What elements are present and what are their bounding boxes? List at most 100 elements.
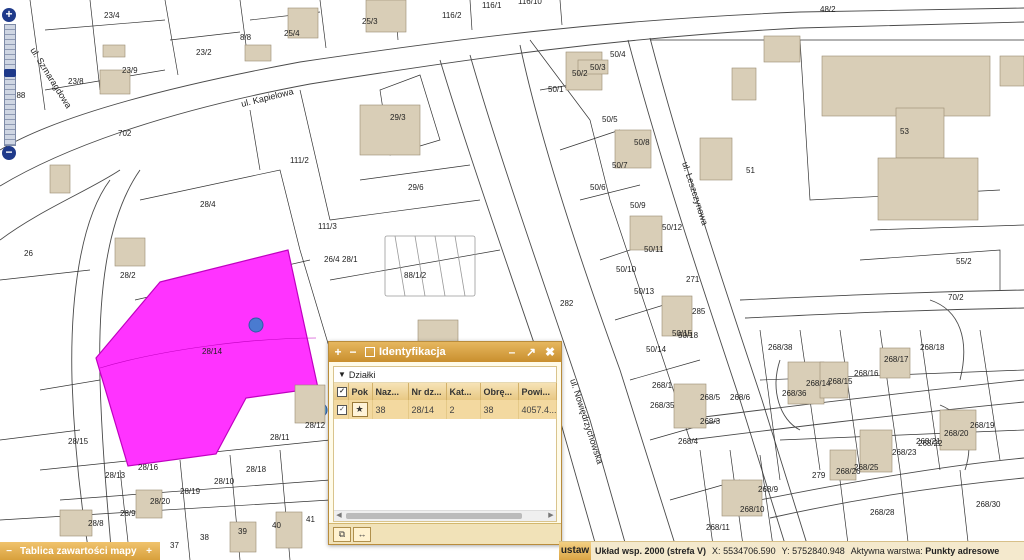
parcel-label: 116/1: [482, 1, 502, 10]
parcel-label: 50/3: [590, 63, 606, 72]
resize-icon[interactable]: ↔: [353, 527, 371, 542]
active-layer-value[interactable]: Punkty adresowe: [925, 546, 999, 556]
parcel-label: 23/8: [68, 77, 84, 86]
section-dzialki[interactable]: ▼ Działki: [334, 367, 556, 383]
parcel-label: 51: [746, 166, 755, 175]
parcel-label: 28/14: [202, 347, 223, 356]
active-layer-label: Aktywna warstwa:: [850, 546, 923, 556]
parcel-label: 268/6: [730, 393, 751, 402]
parcel-label: 268/16: [854, 369, 879, 378]
parcel-label: 50/11: [644, 245, 664, 254]
parcel-label: 28/2: [120, 271, 136, 280]
parcel-label: 28/13: [105, 471, 126, 480]
cell-nr-dzialki: 28/14: [408, 400, 447, 419]
cell-karta: 2: [446, 400, 481, 419]
parcel-label: 111/3: [318, 222, 337, 231]
zoom-out-button[interactable]: −: [2, 146, 16, 160]
col-powierzchnia[interactable]: Powi...: [518, 383, 557, 400]
parcel-label: 50/2: [572, 69, 588, 78]
status-bar: Układ wsp. 2000 (strefa V) X: 5534706.59…: [559, 541, 1024, 560]
parcel-label: 268/5: [700, 393, 721, 402]
cell-obreb: 38: [480, 400, 519, 419]
parcel-label: 268/9: [758, 485, 779, 494]
parcel-label: 28/19: [180, 487, 201, 496]
zoom-slider-handle[interactable]: [4, 69, 16, 77]
parcel-label: 37: [170, 541, 179, 550]
export-icon[interactable]: ⧉: [333, 527, 351, 542]
minimize-icon[interactable]: –: [506, 345, 518, 359]
parcel-label: 268/36: [782, 389, 807, 398]
collapse-button[interactable]: −: [347, 345, 359, 359]
close-icon[interactable]: ✖: [544, 345, 556, 359]
x-label: X:: [712, 546, 721, 556]
parcel-label: 268/20: [944, 429, 969, 438]
col-karta[interactable]: Kat...: [446, 383, 481, 400]
parcel-label: 88/1/2: [404, 271, 427, 280]
scrollbar-thumb[interactable]: [346, 513, 522, 519]
parcel-label: 268/26: [836, 467, 861, 476]
parcel-label: 285: [692, 307, 706, 316]
parcel-label: 268/11: [706, 523, 730, 532]
panel-header: + − Identyfikacja – ↗ ✖: [329, 342, 561, 362]
parcel-label: 28/12: [305, 421, 326, 430]
scroll-right-icon[interactable]: ▶: [546, 511, 556, 521]
parcel-label: 55/2: [956, 257, 972, 266]
map-toc-bar[interactable]: − Tablica zawartości mapy +: [0, 542, 160, 560]
parcel-label: 50/1: [548, 85, 564, 94]
horizontal-scrollbar[interactable]: ◀ ▶: [334, 510, 556, 521]
col-nazwa[interactable]: Naz...: [372, 383, 409, 400]
table-row[interactable]: ✓ ★ 38 28/14 2 38 4057.4...: [334, 400, 557, 419]
row-checkbox[interactable]: ✓: [334, 400, 349, 419]
parcel-label: 39: [238, 527, 247, 536]
parcel-label: 28/20: [150, 497, 171, 506]
zoom-control[interactable]: + −: [2, 8, 16, 160]
col-pok[interactable]: Pok: [348, 383, 373, 400]
col-obreb[interactable]: Obrę...: [480, 383, 519, 400]
parcel-label: 268/35: [650, 401, 675, 410]
parcel-label: 271: [686, 275, 700, 284]
parcel-label: 268/38: [768, 343, 793, 352]
parcel-label: 8/8: [240, 33, 252, 42]
collapse-triangle-icon[interactable]: ▼: [338, 370, 346, 379]
parcel-label: 28/16: [138, 463, 159, 472]
parcel-label: 50/10: [616, 265, 637, 274]
parcel-label: 28/9: [120, 509, 136, 518]
parcel-label: 40: [272, 521, 281, 530]
parcel-label: 282: [560, 299, 574, 308]
parcel-label: 28/11: [270, 433, 290, 442]
zoom-slider[interactable]: [4, 24, 16, 146]
popout-icon[interactable]: ↗: [525, 345, 537, 359]
toc-expand-button[interactable]: +: [144, 546, 154, 557]
parcel-label: 268/19: [970, 421, 995, 430]
parcel-label: 28/10: [214, 477, 235, 486]
parcel-label: 70/2: [948, 293, 964, 302]
parcel-label: 268/30: [976, 500, 1001, 509]
cell-nazwa: 38: [372, 400, 409, 419]
parcel-label: 23/4: [104, 11, 120, 20]
zoom-to-star-icon[interactable]: ★: [351, 402, 368, 417]
panel-footer: ⧉ ↔: [329, 523, 561, 544]
parcel-label: 268/3: [700, 417, 721, 426]
cell-powierzchnia: 4057.4...: [518, 400, 557, 419]
toc-collapse-button[interactable]: −: [4, 546, 14, 557]
toc-label: Tablica zawartości mapy: [20, 545, 137, 557]
ustaw-button[interactable]: ustaw: [559, 542, 591, 560]
identification-panel: + − Identyfikacja – ↗ ✖ ▼ Działki ✓ Pok …: [328, 341, 562, 545]
parcel-label: 50/9: [630, 201, 646, 210]
scroll-left-icon[interactable]: ◀: [334, 511, 344, 521]
parcel-label: 50/13: [634, 287, 655, 296]
parcel-label: 268/15: [828, 377, 853, 386]
zoom-in-button[interactable]: +: [2, 8, 16, 22]
parcel-label: 50/4: [610, 50, 626, 59]
parcel-label: 50/18: [678, 331, 699, 340]
parcel-label: 29/3: [390, 113, 406, 122]
select-all-checkbox[interactable]: ✓: [334, 383, 349, 400]
parcel-label: 268/10: [740, 505, 765, 514]
parcel-label: 111/2: [290, 156, 309, 165]
parcel-label: 702: [118, 129, 132, 138]
col-nr-dzialki[interactable]: Nr dz...: [408, 383, 447, 400]
parcel-label: 41: [306, 515, 315, 524]
location-marker[interactable]: [248, 317, 264, 333]
expand-button[interactable]: +: [332, 345, 344, 359]
parcel-label: 268/23: [892, 448, 917, 457]
